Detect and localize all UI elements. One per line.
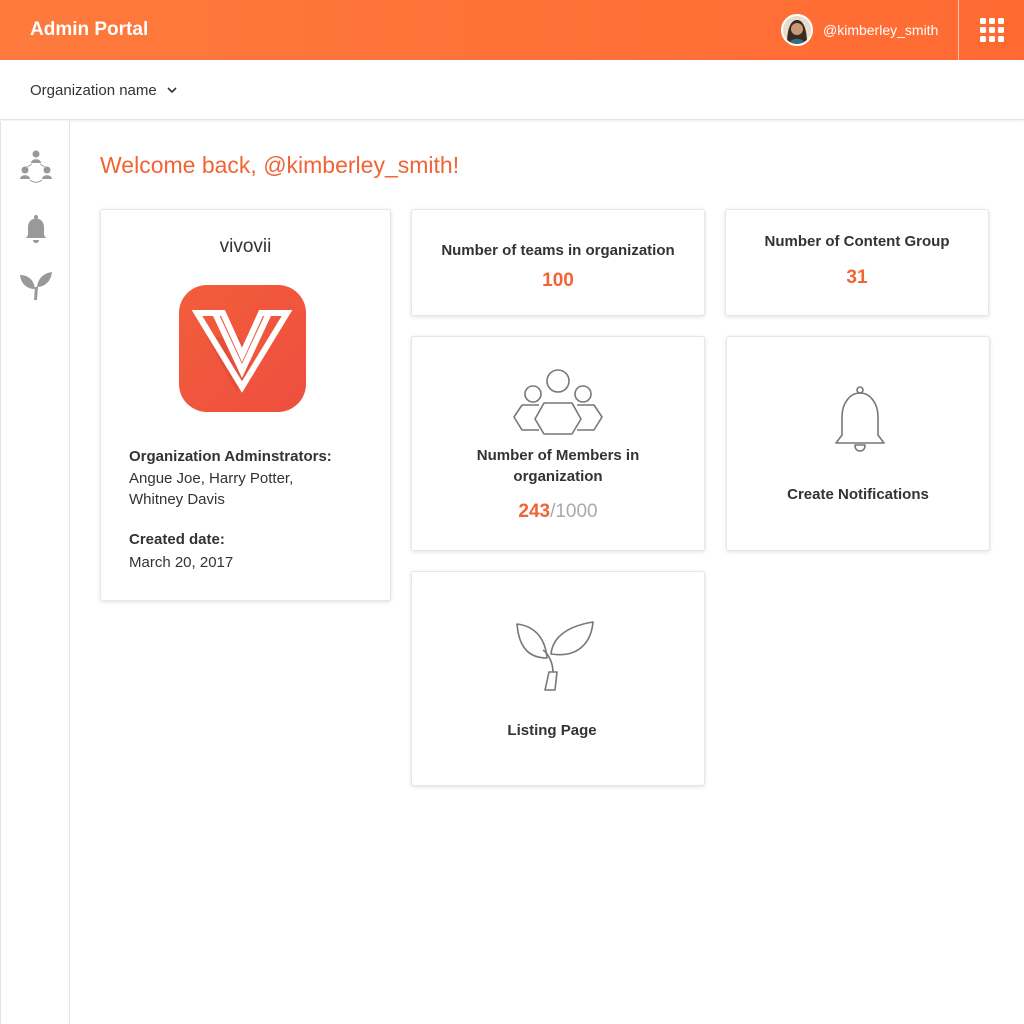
members-current: 243 xyxy=(518,501,551,522)
listing-page-title: Listing Page xyxy=(507,722,597,739)
bell-outline-icon xyxy=(830,385,890,462)
network-icon[interactable] xyxy=(18,149,54,185)
created-date-value: March 20, 2017 xyxy=(129,554,234,571)
avatar[interactable] xyxy=(781,14,813,46)
organization-selector-label: Organization name xyxy=(30,81,157,99)
create-notifications-title: Create Notifications xyxy=(787,486,929,503)
teams-count-title: Number of teams in organization xyxy=(441,242,675,259)
bell-icon[interactable] xyxy=(18,211,54,247)
admins-line-2: Whitney Davis xyxy=(129,491,225,508)
content-group-card[interactable]: Number of Content Group 31 xyxy=(725,209,989,316)
admins-label: Organization Adminstrators: xyxy=(129,448,332,465)
apps-grid-icon[interactable] xyxy=(980,18,1004,42)
welcome-heading: Welcome back, @kimberley_smith! xyxy=(100,152,460,178)
admins-line-1: Angue Joe, Harry Potter, xyxy=(129,470,294,487)
members-icon xyxy=(511,367,605,442)
members-total: /1000 xyxy=(550,501,598,522)
teams-count-card[interactable]: Number of teams in organization 100 xyxy=(411,209,705,316)
user-menu[interactable]: @kimberley_smith xyxy=(781,14,938,46)
sprout-outline-icon xyxy=(515,620,597,697)
organization-selector[interactable]: Organization name xyxy=(30,81,177,99)
members-count-title-line-2: organization xyxy=(513,468,603,485)
organization-bar: Organization name xyxy=(0,60,1024,120)
teams-count-value: 100 xyxy=(542,270,574,291)
organization-name: vivovii xyxy=(219,236,272,257)
created-date-label: Created date: xyxy=(129,531,225,548)
organization-logo-icon xyxy=(179,285,306,412)
create-notifications-card[interactable]: Create Notifications xyxy=(726,336,990,551)
members-count-card[interactable]: Number of Members in organization 243/10… xyxy=(411,336,705,551)
top-bar: Admin Portal @kimberley_smith xyxy=(0,0,1024,60)
chevron-down-icon xyxy=(167,81,177,99)
content-group-title: Number of Content Group xyxy=(764,233,950,250)
app-title[interactable]: Admin Portal xyxy=(30,19,148,41)
sprout-icon[interactable] xyxy=(18,269,54,305)
sidebar xyxy=(0,121,70,1024)
organization-card: vivovii Organization Adminstrators: Angu… xyxy=(100,209,391,601)
content-group-value: 31 xyxy=(846,267,868,288)
header-divider xyxy=(958,0,959,60)
listing-page-card[interactable]: Listing Page xyxy=(411,571,705,786)
members-count-value: 243/1000 xyxy=(412,501,704,523)
username[interactable]: @kimberley_smith xyxy=(823,22,938,38)
members-count-title-line-1: Number of Members in xyxy=(476,447,640,464)
